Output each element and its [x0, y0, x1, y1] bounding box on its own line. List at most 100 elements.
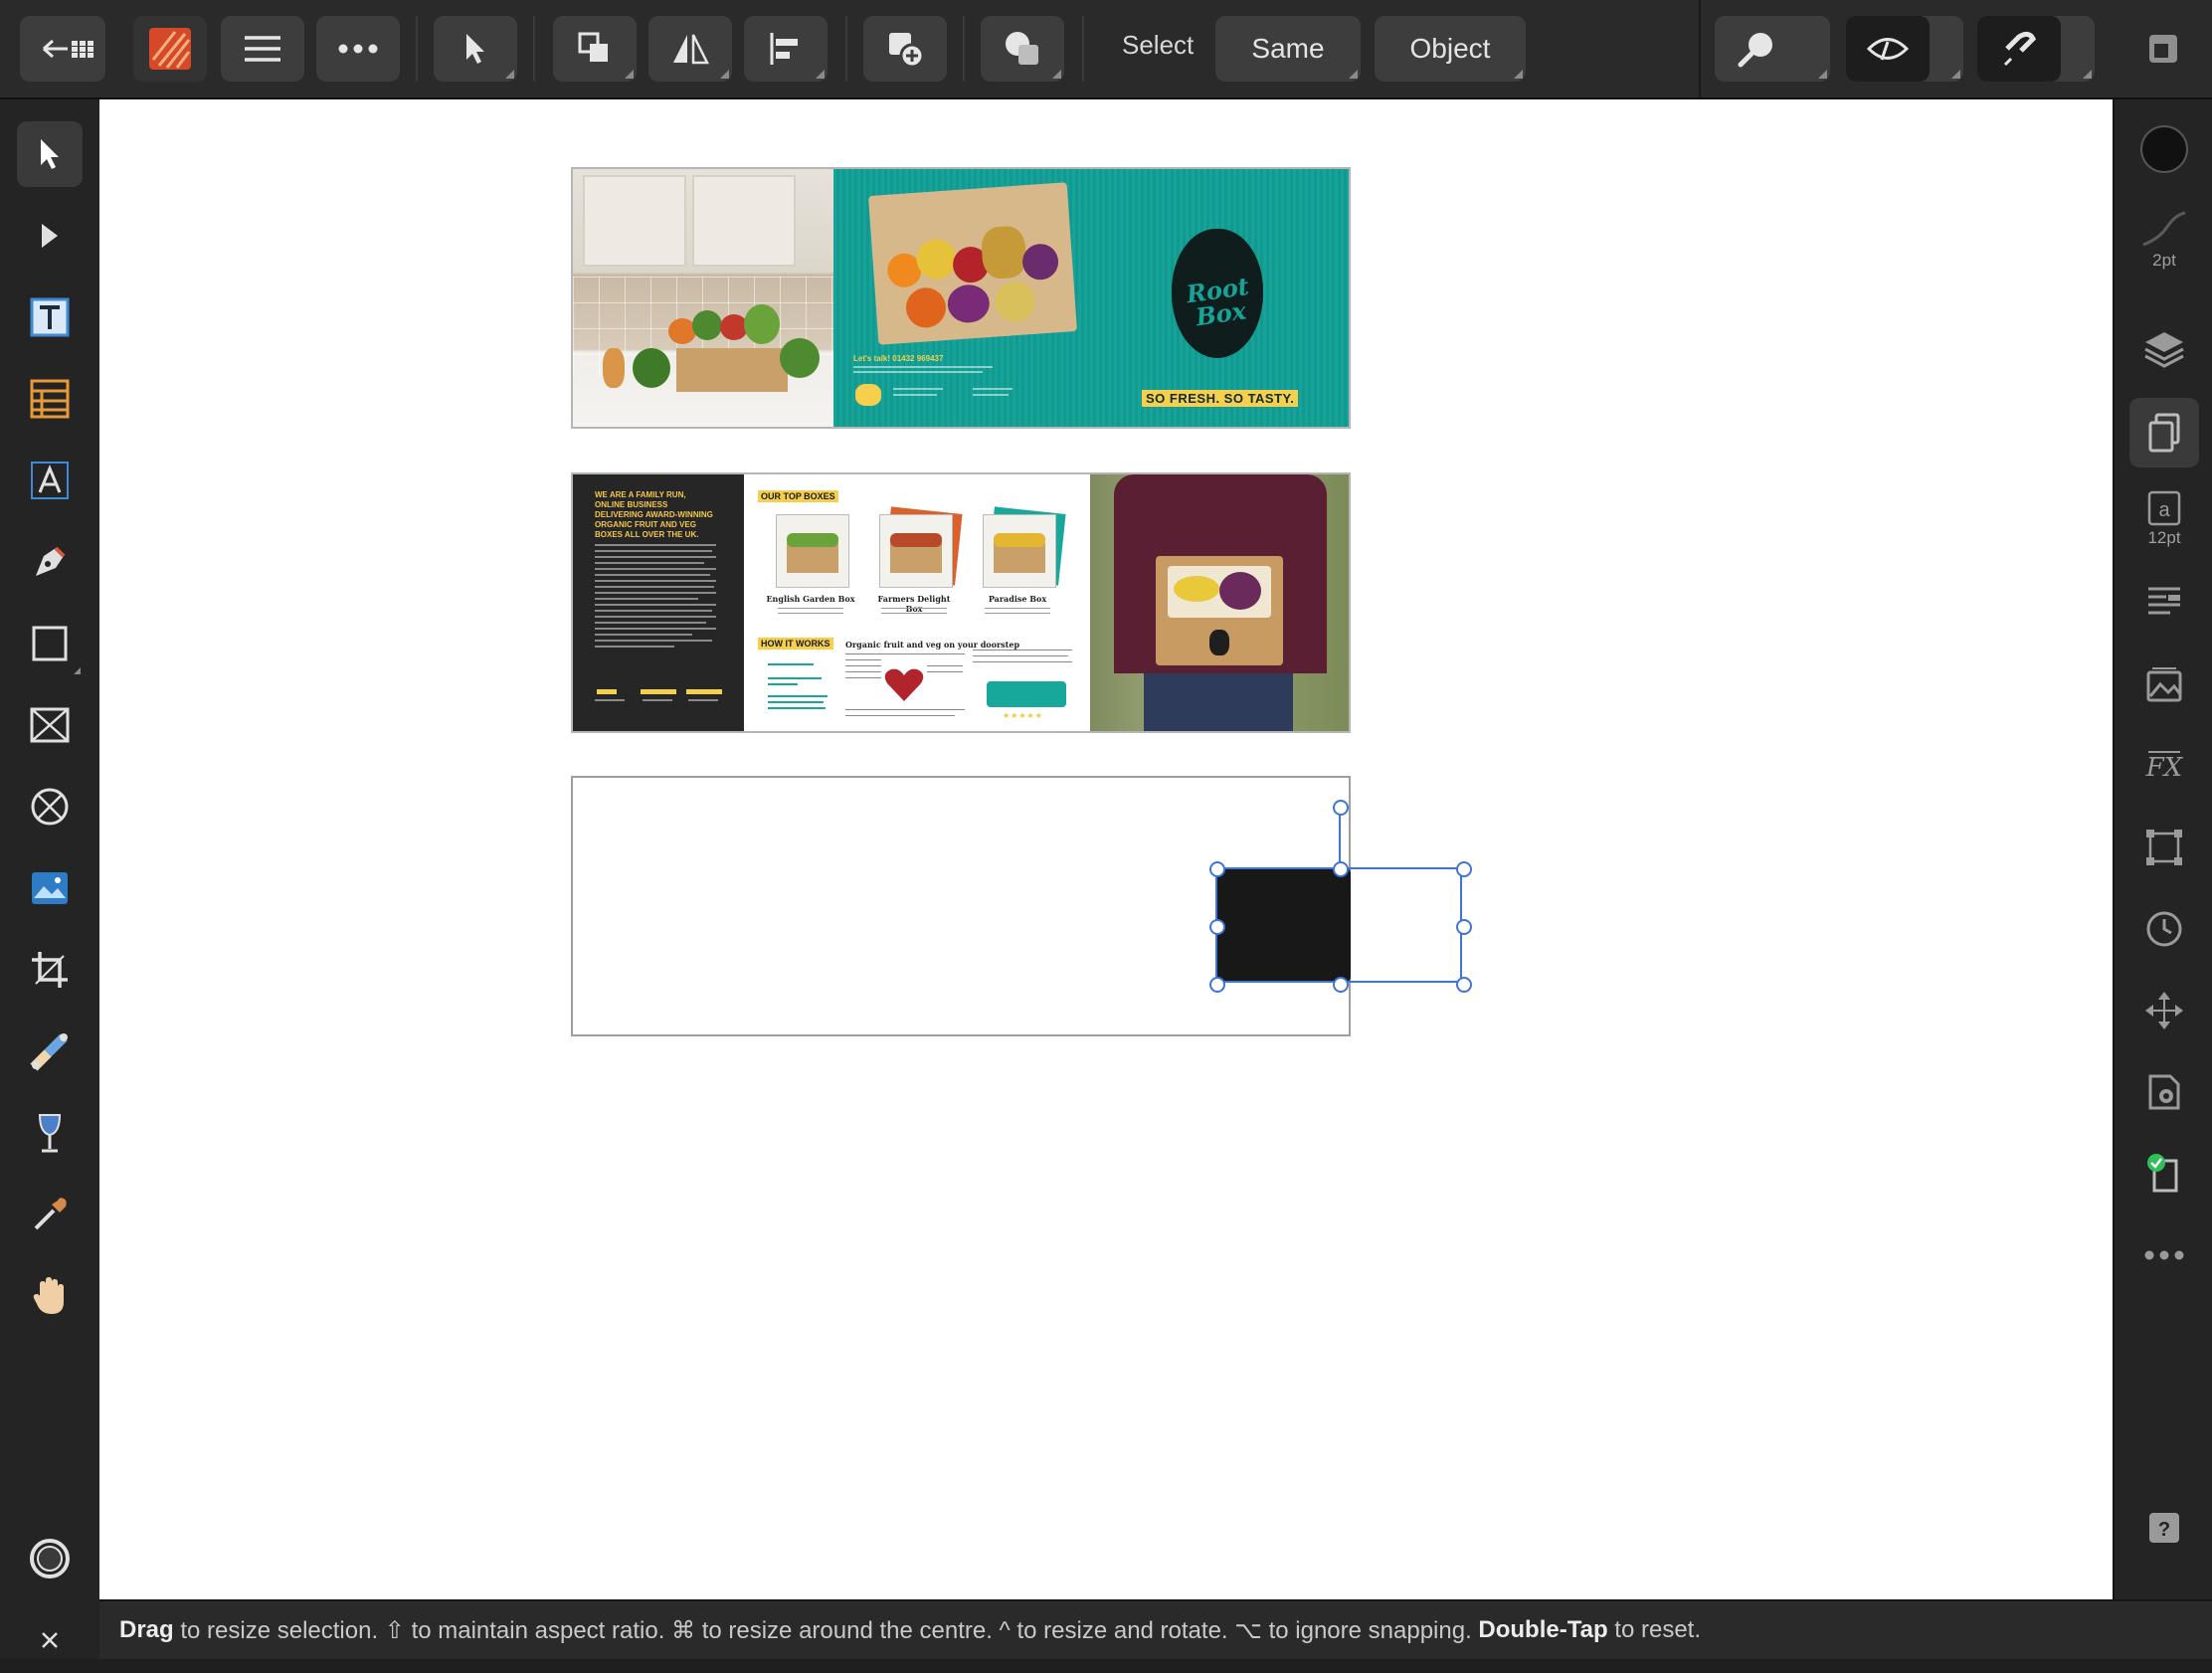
- expand-panel-icon: [2149, 35, 2177, 63]
- frame-text-tool[interactable]: [17, 284, 83, 350]
- resize-handle-bottom-right[interactable]: [1456, 977, 1472, 993]
- stroke-width-label: 2pt: [2152, 251, 2176, 270]
- fx-icon: FX: [2145, 751, 2184, 783]
- top-boxes-panel: OUR TOP BOXES English Garden Box Farmers…: [744, 474, 1090, 731]
- pages-panel-button[interactable]: [2129, 398, 2199, 467]
- history-clock-icon: [2146, 911, 2182, 947]
- rectangle-icon: [32, 626, 68, 661]
- paradise-box-image: [983, 506, 1066, 588]
- menu-button[interactable]: [221, 16, 304, 82]
- color-picker-tool[interactable]: [17, 1182, 83, 1247]
- move-tool[interactable]: [17, 121, 83, 187]
- publisher-logo-icon: [149, 28, 191, 70]
- stroke-curve-icon: [2142, 211, 2186, 247]
- magnifier-icon: [1738, 33, 1772, 68]
- align-button[interactable]: [744, 16, 828, 82]
- rectangle-tool[interactable]: [17, 611, 83, 676]
- effects-panel-button[interactable]: FX: [2132, 734, 2196, 798]
- transform-panel-button[interactable]: [2132, 816, 2196, 879]
- box-name-2: Farmers Delight Box: [877, 594, 951, 614]
- crop-tool[interactable]: [17, 937, 83, 1003]
- resize-handle-bottom-middle[interactable]: [1333, 977, 1349, 993]
- resize-handle-top-right[interactable]: [1456, 861, 1472, 877]
- node-tool[interactable]: [17, 203, 83, 269]
- select-object-button[interactable]: Object: [1375, 16, 1526, 82]
- resize-handle-middle-right[interactable]: [1456, 919, 1472, 935]
- preflight-panel-button[interactable]: [2132, 1142, 2196, 1206]
- place-image-tool[interactable]: [17, 855, 83, 921]
- svg-text:FX: FX: [2145, 753, 2184, 783]
- stroke-panel-button[interactable]: 2pt: [2132, 195, 2196, 284]
- document-gear-icon: [2148, 1074, 2180, 1110]
- heart-icon: [884, 668, 924, 701]
- more-options-button[interactable]: [316, 16, 400, 82]
- pen-tool[interactable]: [17, 529, 83, 595]
- close-tools-button[interactable]: [17, 1607, 83, 1673]
- layers-panel-button[interactable]: [2132, 316, 2196, 380]
- resize-handle-top-left[interactable]: [1209, 861, 1225, 877]
- zoom-button[interactable]: [1715, 16, 1830, 82]
- wine-glass-fill-icon: [38, 1114, 62, 1153]
- more-panels-button[interactable]: [2132, 1223, 2196, 1287]
- intro-heading: WE ARE A FAMILY RUN, ONLINE BUSINESS DEL…: [595, 490, 713, 539]
- back-to-home-button[interactable]: [20, 16, 105, 82]
- panel-toggle-button[interactable]: [2138, 16, 2188, 82]
- more-ellipsis-icon: [2144, 1250, 2184, 1260]
- rating-stars: ★★★★★: [1003, 711, 1043, 720]
- document-settings-button[interactable]: [2132, 1060, 2196, 1124]
- navigator-panel-button[interactable]: [2132, 979, 2196, 1042]
- select-same-button[interactable]: Same: [1215, 16, 1361, 82]
- publisher-persona-button[interactable]: [133, 16, 207, 82]
- character-panel-button[interactable]: a 12pt: [2132, 479, 2196, 559]
- history-panel-button[interactable]: [2132, 897, 2196, 961]
- magnet-icon: [2003, 31, 2037, 67]
- view-mode-button[interactable]: [1846, 16, 1963, 82]
- colour-panel-button[interactable]: [2132, 117, 2196, 181]
- picture-frame-rectangle-tool[interactable]: [17, 692, 83, 758]
- character-a-icon: a: [2147, 490, 2181, 526]
- photo-stack-icon: [2146, 667, 2182, 702]
- boolean-operations-button[interactable]: [981, 16, 1064, 82]
- farmers-delight-box-image: [879, 506, 963, 588]
- resize-handle-middle-left[interactable]: [1209, 919, 1225, 935]
- node-arrow-icon: [42, 224, 58, 248]
- move-arrow-icon: [41, 139, 59, 169]
- snapping-button[interactable]: [1977, 16, 2095, 82]
- ellipsis-icon: [338, 44, 378, 54]
- close-icon: [42, 1632, 58, 1648]
- artistic-text-tool[interactable]: [17, 448, 83, 513]
- view-tool[interactable]: [17, 1263, 83, 1329]
- rotation-handle[interactable]: [1333, 800, 1349, 816]
- fill-tool[interactable]: [17, 1100, 83, 1166]
- flip-button[interactable]: [648, 16, 732, 82]
- english-garden-box-image: [776, 514, 849, 588]
- arrange-icon: [578, 32, 608, 62]
- insert-plus-icon: [889, 33, 925, 69]
- font-size-label: 12pt: [2147, 528, 2181, 547]
- top-boxes-heading: OUR TOP BOXES: [758, 490, 838, 502]
- move-arrows-icon: [2145, 992, 2183, 1029]
- paragraph-panel-button[interactable]: [2132, 571, 2196, 635]
- selection-bounding-box[interactable]: [1215, 867, 1462, 983]
- fill-stroke-swatch[interactable]: [17, 1526, 83, 1591]
- selection-mode-button[interactable]: [434, 16, 517, 82]
- insert-button[interactable]: [863, 16, 947, 82]
- table-tool[interactable]: [17, 366, 83, 432]
- picture-frame-ellipse-tool[interactable]: [17, 774, 83, 839]
- spread-1-cover[interactable]: Root Box SO FRESH. SO TASTY. Let's talk! …: [571, 167, 1351, 429]
- arrange-button[interactable]: [553, 16, 637, 82]
- eye-hidden-icon: [1866, 38, 1910, 61]
- status-double-tap: Double-Tap: [1478, 1616, 1608, 1643]
- resize-handle-bottom-left[interactable]: [1209, 977, 1225, 993]
- spread-2-inside[interactable]: WE ARE A FAMILY RUN, ONLINE BUSINESS DEL…: [571, 472, 1351, 733]
- tagline: SO FRESH. SO TASTY.: [1142, 390, 1299, 407]
- transparency-tool[interactable]: [17, 1019, 83, 1084]
- testimonial-bubble: [987, 681, 1066, 707]
- veg-box: [676, 348, 788, 392]
- shapes-combine-icon: [1006, 32, 1038, 65]
- resource-manager-button[interactable]: [2132, 652, 2196, 716]
- help-button[interactable]: ?: [2132, 1496, 2196, 1560]
- resize-handle-top-middle[interactable]: [1333, 861, 1349, 877]
- artistic-text-icon: [31, 462, 69, 499]
- woman-holding-box-photo: [1090, 474, 1349, 731]
